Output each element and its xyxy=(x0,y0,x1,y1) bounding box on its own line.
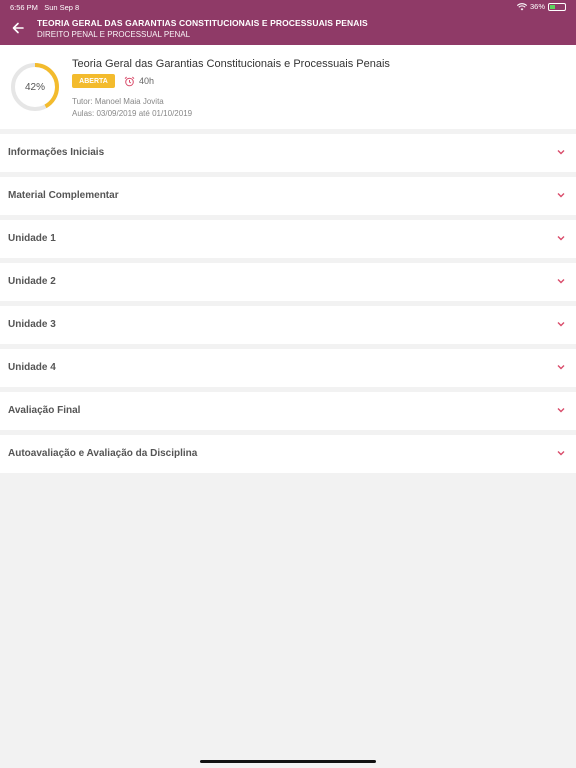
status-date: Sun Sep 8 xyxy=(44,3,80,12)
course-hours-value: 40h xyxy=(139,76,155,86)
chevron-down-icon xyxy=(557,279,565,284)
section-unidade-4[interactable]: Unidade 4 xyxy=(0,349,576,387)
header-title: TEORIA GERAL DAS GARANTIAS CONSTITUCIONA… xyxy=(37,18,368,28)
chevron-down-icon xyxy=(557,451,565,456)
chevron-down-icon xyxy=(557,322,565,327)
course-dates: Aulas: 03/09/2019 até 01/10/2019 xyxy=(72,109,193,118)
section-label: Autoavaliação e Avaliação da Disciplina xyxy=(8,448,198,459)
alarm-clock-icon xyxy=(124,76,135,86)
chevron-down-icon xyxy=(557,408,565,413)
course-title: Teoria Geral das Garantias Constituciona… xyxy=(72,58,390,70)
status-time: 6:56 PM xyxy=(10,3,38,12)
chevron-down-icon xyxy=(557,150,565,155)
section-unidade-1[interactable]: Unidade 1 xyxy=(0,220,576,258)
section-unidade-2[interactable]: Unidade 2 xyxy=(0,263,576,301)
status-time-date: 6:56 PM Sun Sep 8 xyxy=(10,3,79,12)
section-autoavaliacao[interactable]: Autoavaliação e Avaliação da Disciplina xyxy=(0,435,576,473)
chevron-down-icon xyxy=(557,236,565,241)
chevron-down-icon xyxy=(557,193,565,198)
section-avaliacao-final[interactable]: Avaliação Final xyxy=(0,392,576,430)
section-label: Informações Iniciais xyxy=(8,147,105,158)
section-list: Informações Iniciais Material Complement… xyxy=(0,134,576,478)
battery-level xyxy=(550,4,556,9)
section-label: Material Complementar xyxy=(8,190,119,201)
course-tutor: Tutor: Manoel Maia Jovita xyxy=(72,97,164,106)
section-unidade-3[interactable]: Unidade 3 xyxy=(0,306,576,344)
course-hours: 40h xyxy=(124,74,154,88)
section-label: Avaliação Final xyxy=(8,405,81,416)
battery-icon xyxy=(548,2,566,11)
section-material-complementar[interactable]: Material Complementar xyxy=(0,177,576,215)
arrow-left-icon xyxy=(12,22,24,34)
section-informacoes-iniciais[interactable]: Informações Iniciais xyxy=(0,134,576,172)
section-label: Unidade 3 xyxy=(8,319,56,330)
home-indicator[interactable] xyxy=(200,760,376,763)
progress-label: 42% xyxy=(24,81,45,93)
battery-percent: 36% xyxy=(529,2,545,11)
section-label: Unidade 1 xyxy=(8,233,56,244)
section-label: Unidade 4 xyxy=(8,362,56,373)
status-indicators: 36% xyxy=(516,2,566,11)
wifi-icon xyxy=(516,2,527,10)
header-titles: TEORIA GERAL DAS GARANTIAS CONSTITUCIONA… xyxy=(37,18,368,39)
back-button[interactable] xyxy=(9,20,27,36)
course-card: 42% Teoria Geral das Garantias Constituc… xyxy=(0,45,576,129)
section-label: Unidade 2 xyxy=(8,276,56,287)
header-subtitle: DIREITO PENAL E PROCESSUAL PENAL xyxy=(37,30,191,39)
status-bar: 6:56 PM Sun Sep 8 36% xyxy=(0,0,576,14)
chevron-down-icon xyxy=(557,365,565,370)
app-header: 6:56 PM Sun Sep 8 36% TEORIA GERAL DAS G… xyxy=(0,0,576,45)
status-badge: ABERTA xyxy=(72,74,115,88)
